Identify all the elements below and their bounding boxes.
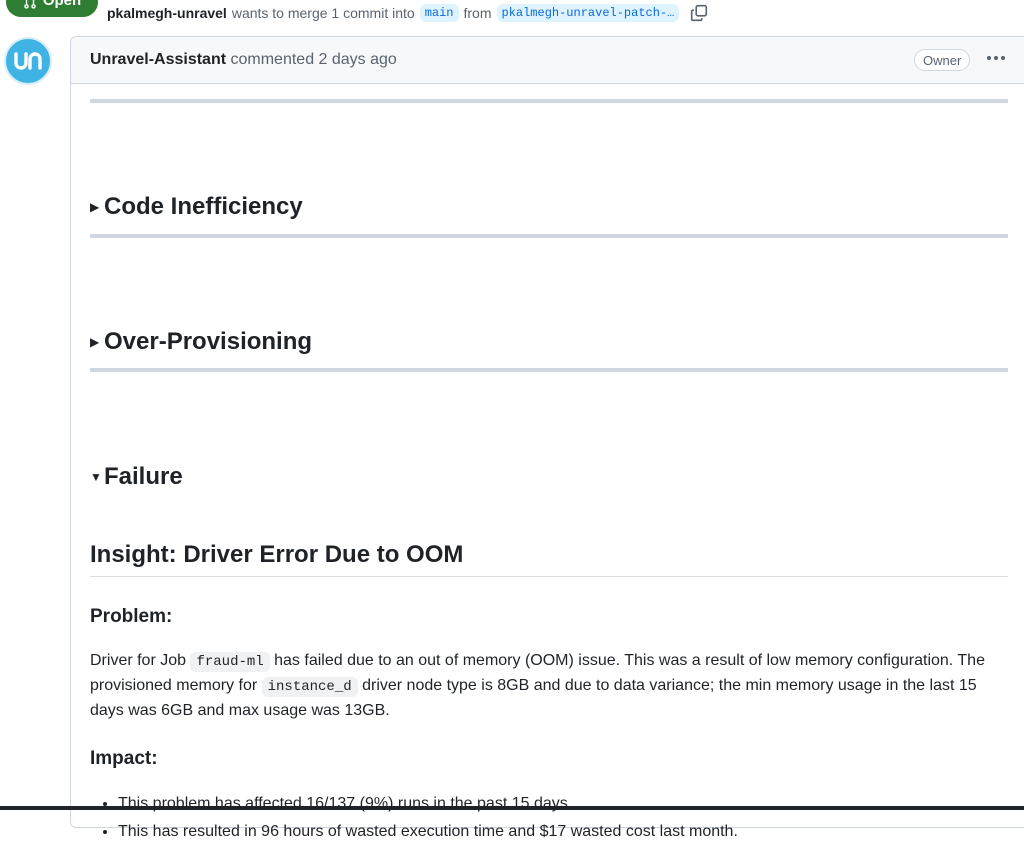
section-toggle-code-inefficiency[interactable]: ▶ Code Inefficiency xyxy=(90,193,303,221)
comment-timestamp[interactable]: commented 2 days ago xyxy=(231,51,397,68)
section-divider xyxy=(90,99,1008,103)
problem-heading: Problem: xyxy=(90,606,173,627)
heading-divider xyxy=(90,576,1008,577)
owner-badge: Owner xyxy=(914,49,971,71)
expanded-triangle-icon: ▼ xyxy=(90,470,102,484)
merge-text: wants to merge 1 commit into xyxy=(231,5,415,21)
comment-author-link[interactable]: Unravel-Assistant xyxy=(90,51,226,68)
impact-heading: Impact: xyxy=(90,748,158,769)
window-bottom-edge xyxy=(0,806,1024,810)
pr-header: Open pkalmegh-unravel wants to merge 1 c… xyxy=(0,0,1024,30)
section-divider xyxy=(90,234,1008,238)
section-label: Failure xyxy=(104,463,183,490)
impact-list: This problem has affected 16/137 (9%) ru… xyxy=(90,790,738,846)
instance-code: instance_d xyxy=(261,677,358,697)
section-toggle-failure[interactable]: ▼ Failure xyxy=(90,463,183,491)
list-item: This has resulted in 96 hours of wasted … xyxy=(118,818,738,846)
collapsed-triangle-icon: ▶ xyxy=(90,335,100,349)
insight-title: Insight: Driver Error Due to OOM xyxy=(90,541,464,568)
kebab-horizontal-icon[interactable] xyxy=(985,47,1007,69)
base-branch[interactable]: main xyxy=(419,4,459,22)
section-divider xyxy=(90,368,1008,372)
section-toggle-over-provisioning[interactable]: ▶ Over-Provisioning xyxy=(90,328,312,356)
collapsed-triangle-icon: ▶ xyxy=(90,200,100,214)
avatar[interactable] xyxy=(4,37,52,85)
pr-state-badge: Open xyxy=(6,0,98,17)
job-name-code: fraud-ml xyxy=(190,652,270,672)
section-label: Over-Provisioning xyxy=(104,328,313,355)
section-label: Code Inefficiency xyxy=(104,193,303,220)
problem-text: Driver for Job fraud-ml has failed due t… xyxy=(90,652,985,719)
pr-author-link[interactable]: pkalmegh-unravel xyxy=(107,5,227,21)
from-text: from xyxy=(463,5,492,21)
list-item: This problem has affected 16/137 (9%) ru… xyxy=(118,790,738,818)
comment-header: Unravel-Assistant commented 2 days ago O… xyxy=(71,37,1024,84)
comment-box: Unravel-Assistant commented 2 days ago O… xyxy=(70,36,1024,840)
copy-icon[interactable] xyxy=(690,4,708,22)
pr-state-label: Open xyxy=(42,0,82,9)
git-pull-request-icon xyxy=(24,0,36,9)
pr-meta-line: pkalmegh-unravel wants to merge 1 commit… xyxy=(107,3,708,23)
comment-byline: Unravel-Assistant commented 2 days ago xyxy=(90,51,397,69)
unravel-logo-icon xyxy=(14,52,42,70)
head-branch[interactable]: pkalmegh-unravel-patch-… xyxy=(496,4,680,22)
